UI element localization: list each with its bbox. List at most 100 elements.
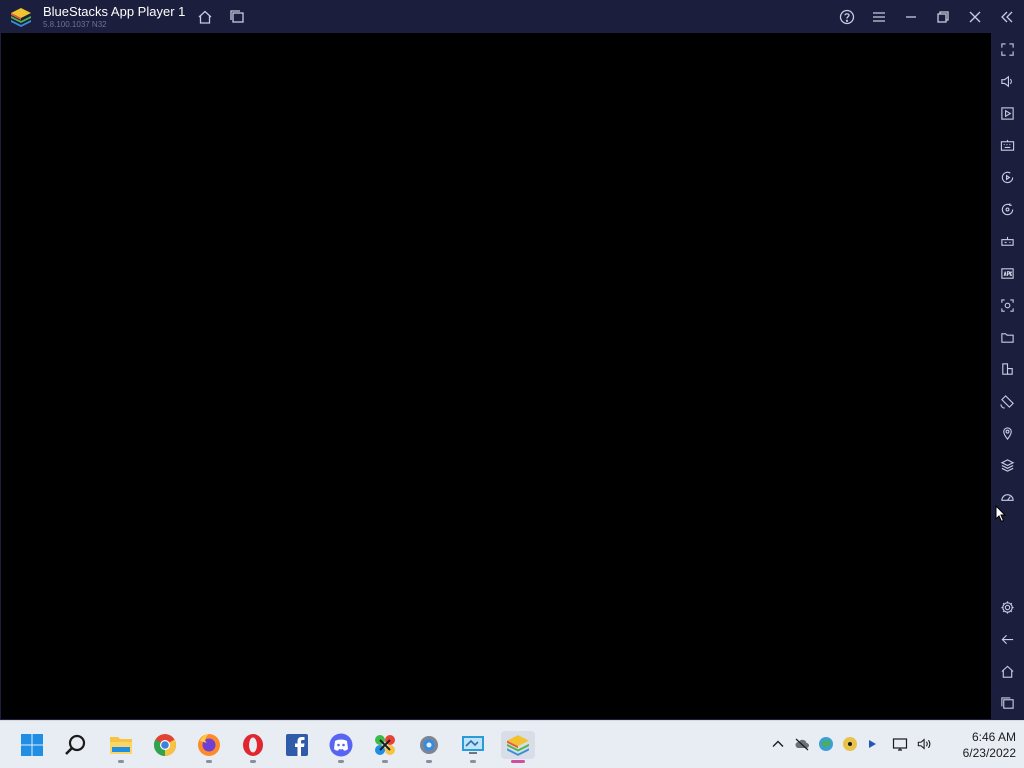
android-screen[interactable]	[1, 33, 991, 719]
recent-apps-button[interactable]	[997, 693, 1017, 713]
file-explorer-button[interactable]	[107, 731, 135, 763]
search-icon	[65, 734, 86, 755]
search-button[interactable]	[62, 731, 90, 759]
back-icon	[1001, 634, 1013, 644]
home-button[interactable]	[194, 6, 216, 28]
settings-icon	[1000, 600, 1014, 614]
speaker-icon	[917, 738, 931, 750]
volume-button[interactable]	[997, 71, 1017, 91]
active-indicator	[511, 760, 525, 763]
sync-button[interactable]	[997, 199, 1017, 219]
collapse-sidebar-icon	[1001, 11, 1013, 23]
macro-recorder-icon	[1001, 171, 1013, 183]
multi-instance-icon	[230, 10, 244, 23]
chrome-icon	[154, 734, 176, 756]
network-globe-tray-button[interactable]	[818, 736, 834, 752]
cloud-icon	[795, 738, 809, 751]
settings-button[interactable]	[997, 597, 1017, 617]
keyboard-controls-icon	[1000, 139, 1014, 151]
multi-instance-button[interactable]	[226, 6, 248, 28]
firefox-button[interactable]	[195, 731, 223, 763]
screenshot-button[interactable]	[997, 295, 1017, 315]
onedrive-tray-button[interactable]	[794, 736, 810, 752]
running-indicator	[470, 760, 476, 763]
volume-tray-button[interactable]	[917, 736, 933, 752]
display-tray-button[interactable]	[892, 736, 908, 752]
arrow-tray-button[interactable]	[864, 736, 880, 752]
game-controls-button[interactable]	[997, 231, 1017, 251]
bluestacks-window: BlueStacks App Player 1 5.8.100.1037 N32	[0, 0, 1024, 720]
right-toolbar	[991, 33, 1024, 719]
display-icon	[892, 738, 908, 751]
settings-app-button[interactable]	[415, 731, 443, 763]
install-apk-icon	[1000, 267, 1014, 279]
opera-button[interactable]	[239, 731, 267, 763]
media-manager-icon	[1000, 106, 1014, 120]
macro-recorder-button[interactable]	[997, 167, 1017, 187]
arrow-icon	[869, 740, 876, 748]
remote-desktop-icon	[462, 736, 484, 754]
chevron-up-icon	[772, 740, 784, 747]
opera-icon	[243, 734, 263, 756]
mouse-cursor-icon	[995, 505, 1007, 523]
location-button[interactable]	[997, 423, 1017, 443]
layers-icon	[1000, 458, 1014, 472]
location-icon	[1002, 426, 1012, 440]
app-launcher-button[interactable]	[371, 731, 399, 763]
game-controls-icon	[1000, 236, 1014, 246]
fullscreen-button[interactable]	[997, 39, 1017, 59]
remote-desktop-button[interactable]	[459, 731, 487, 763]
eco-mode-button[interactable]	[997, 487, 1017, 507]
help-button[interactable]	[836, 6, 858, 28]
minimize-button[interactable]	[900, 6, 922, 28]
collapse-sidebar-button[interactable]	[996, 6, 1018, 28]
minimize-icon	[906, 16, 916, 18]
firefox-icon	[198, 734, 220, 756]
clock-date: 6/23/2022	[962, 746, 1016, 760]
restore-button[interactable]	[932, 6, 954, 28]
media-manager-button[interactable]	[997, 103, 1017, 123]
menu-button[interactable]	[868, 6, 890, 28]
network-globe-icon	[819, 737, 833, 751]
version-label: 5.8.100.1037 N32	[43, 20, 107, 29]
settings-gear-icon	[420, 736, 438, 754]
multi-instance-sidebar-button[interactable]	[997, 359, 1017, 379]
volume-icon	[1000, 75, 1012, 87]
running-indicator	[118, 760, 124, 763]
bluestacks-taskbar-button[interactable]	[501, 731, 535, 763]
android-home-button[interactable]	[997, 661, 1017, 681]
sync-icon	[1001, 202, 1013, 215]
screenshot-icon	[1000, 298, 1014, 312]
multi-instance-icon	[1001, 362, 1013, 375]
show-hidden-icons-button[interactable]	[770, 736, 786, 752]
discord-button[interactable]	[327, 731, 355, 763]
recent-apps-icon	[1000, 696, 1014, 709]
help-icon	[839, 9, 855, 25]
facebook-button[interactable]	[283, 731, 311, 759]
window-title: BlueStacks App Player 1	[43, 4, 186, 19]
eco-mode-icon	[1000, 493, 1014, 501]
layers-button[interactable]	[997, 455, 1017, 475]
app-launcher-icon	[375, 735, 395, 755]
running-indicator	[250, 760, 256, 763]
rotate-button[interactable]	[997, 391, 1017, 411]
running-indicator	[382, 760, 388, 763]
taskbar-clock[interactable]: 6:46 AM 6/23/2022	[936, 729, 1016, 761]
home-icon	[1000, 665, 1014, 678]
bluestacks-icon	[507, 735, 529, 756]
start-button[interactable]	[18, 731, 46, 759]
folder-icon	[1000, 332, 1014, 343]
keyboard-controls-button[interactable]	[997, 135, 1017, 155]
chrome-button[interactable]	[151, 731, 179, 759]
close-icon	[969, 11, 981, 23]
running-indicator	[338, 760, 344, 763]
dvd-tray-button[interactable]	[842, 736, 858, 752]
back-button[interactable]	[997, 629, 1017, 649]
facebook-icon	[286, 734, 308, 756]
close-button[interactable]	[964, 6, 986, 28]
install-apk-button[interactable]	[997, 263, 1017, 283]
home-icon	[198, 10, 212, 24]
clock-time: 6:46 AM	[971, 730, 1016, 744]
folder-button[interactable]	[997, 327, 1017, 347]
title-bar[interactable]: BlueStacks App Player 1 5.8.100.1037 N32	[0, 0, 1024, 33]
